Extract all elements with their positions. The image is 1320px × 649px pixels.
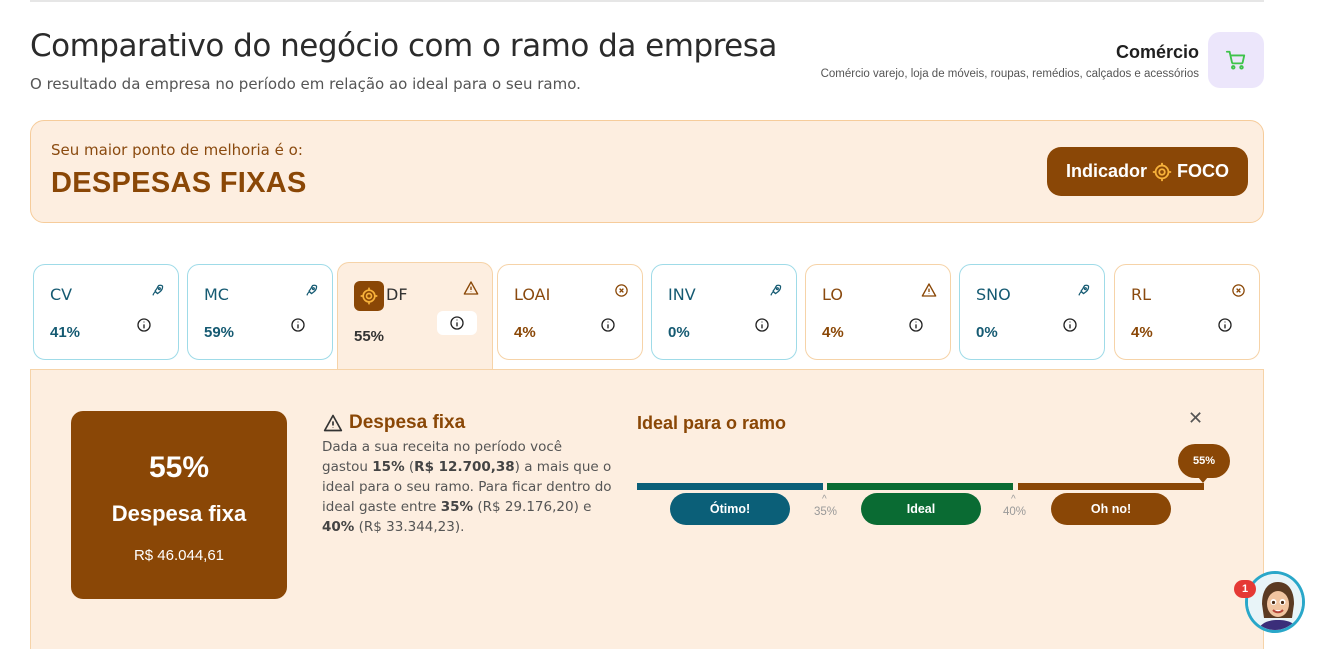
info-icon[interactable] [1062, 317, 1078, 333]
desc-bold: 40% [322, 519, 355, 535]
rocket-icon [302, 281, 320, 299]
tick-label: 40% [1003, 506, 1027, 518]
tick-label: 35% [814, 506, 838, 518]
desc-bold: R$ 12.700,38 [414, 459, 515, 475]
focus-value: DESPESAS FIXAS [51, 167, 307, 199]
tab-lo[interactable]: LO 4% [805, 264, 951, 360]
shopping-cart-icon [1225, 50, 1246, 70]
focus-indicator-button[interactable]: Indicador FOCO [1047, 147, 1248, 196]
detail-panel: 55% Despesa fixa R$ 46.044,61 Despesa fi… [30, 369, 1264, 649]
description-title: Despesa fixa [323, 412, 465, 434]
info-icon [450, 316, 464, 330]
current-value-bubble: 55% [1178, 444, 1230, 478]
tab-label: MC [204, 285, 229, 304]
chevron-up-icon: ^ [1011, 494, 1016, 505]
bar-segment-ideal [827, 483, 1013, 490]
desc-part: (R$ 33.344,23). [354, 519, 465, 535]
page-title: Comparativo do negócio com o ramo da emp… [30, 28, 777, 64]
notification-badge: 1 [1234, 580, 1256, 598]
pill-ideal: Ideal [861, 493, 981, 525]
tab-inv[interactable]: INV 0% [651, 264, 797, 360]
rocket-icon [766, 281, 784, 299]
tab-value: 4% [1131, 324, 1153, 341]
info-icon[interactable] [290, 317, 306, 333]
rocket-icon [148, 281, 166, 299]
close-icon[interactable]: ✕ [1188, 408, 1203, 429]
tab-mc[interactable]: MC 59% [187, 264, 333, 360]
top-divider [30, 0, 1264, 2]
rocket-icon [1074, 281, 1092, 299]
summary-percent: 55% [148, 451, 210, 484]
tab-value: 55% [354, 328, 385, 345]
avatar-image [1248, 574, 1302, 630]
target-badge [354, 281, 384, 311]
target-icon [360, 287, 378, 305]
info-icon[interactable] [1217, 317, 1233, 333]
tab-value: 0% [976, 324, 998, 341]
desc-bold: 15% [372, 459, 405, 475]
summary-name: Despesa fixa [111, 501, 247, 526]
tab-value: 41% [50, 324, 81, 341]
tab-label: SNO [976, 285, 1011, 304]
tab-rl[interactable]: RL 4% [1114, 264, 1260, 360]
focus-banner: Seu maior ponto de melhoria é o: DESPESA… [30, 120, 1264, 223]
assistant-avatar[interactable] [1245, 571, 1305, 633]
tab-label: RL [1131, 285, 1152, 304]
summary-amount: R$ 46.044,61 [133, 547, 225, 564]
info-button[interactable] [437, 311, 477, 335]
tab-value: 4% [822, 324, 844, 341]
tab-label: LO [822, 285, 843, 304]
tab-label: LOAI [514, 285, 551, 304]
pill-otimo: Ótimo! [670, 493, 790, 525]
info-icon[interactable] [754, 317, 770, 333]
tab-sno[interactable]: SNO 0% [959, 264, 1105, 360]
tab-value: 4% [514, 324, 536, 341]
chevron-up-icon: ^ [822, 494, 827, 505]
info-icon[interactable] [600, 317, 616, 333]
desc-part: ( [404, 459, 415, 475]
info-icon[interactable] [908, 317, 924, 333]
error-circle-icon [1229, 281, 1247, 299]
tab-df[interactable]: DF 55% [337, 262, 493, 372]
tab-cv[interactable]: CV 41% [33, 264, 179, 360]
focus-label: Seu maior ponto de melhoria é o: [51, 141, 303, 159]
bar-segment-ohno [1018, 483, 1204, 490]
focus-button-label-right: FOCO [1177, 161, 1229, 181]
warning-icon [920, 281, 938, 299]
ideal-title: Ideal para o ramo [637, 413, 787, 433]
indicator-summary-card: 55% Despesa fixa R$ 46.044,61 [71, 411, 287, 599]
target-icon [1152, 162, 1172, 181]
info-icon[interactable] [136, 317, 152, 333]
warning-icon [323, 414, 343, 432]
desc-part: (R$ 29.176,20) e [473, 499, 592, 515]
description-title-text: Despesa fixa [349, 412, 466, 433]
branch-name: Comércio [1115, 42, 1199, 62]
branch-description: Comércio varejo, loja de móveis, roupas,… [820, 68, 1199, 80]
tab-loai[interactable]: LOAI 4% [497, 264, 643, 360]
tab-label: INV [668, 285, 696, 304]
branch-icon-box [1208, 32, 1264, 88]
warning-icon [462, 279, 480, 297]
desc-bold: 35% [440, 499, 474, 515]
bar-segment-otimo [637, 483, 823, 490]
tab-value: 0% [668, 324, 690, 341]
tab-label: CV [50, 285, 73, 304]
error-circle-icon [612, 281, 630, 299]
indicator-tabs: CV 41% MC 59% DF 55% LOAI 4% INV 0% LO 4… [33, 262, 1263, 372]
tab-value: 59% [204, 324, 235, 341]
pill-ohno: Oh no! [1051, 493, 1171, 525]
tab-label: DF [386, 285, 408, 304]
focus-button-label-left: Indicador [1065, 161, 1147, 181]
description-text: Dada a sua receita no período você gasto… [322, 437, 612, 537]
page-subtitle: O resultado da empresa no período em rel… [30, 75, 581, 93]
